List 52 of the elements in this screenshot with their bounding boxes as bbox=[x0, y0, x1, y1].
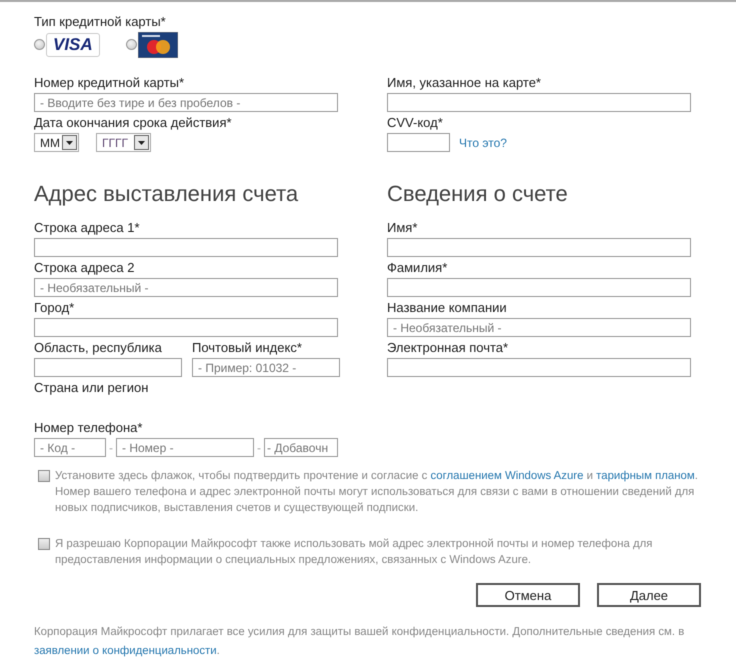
help-link[interactable]: Что это? bbox=[459, 136, 507, 150]
year-select[interactable]: ГГГГ bbox=[96, 133, 151, 152]
address-field[interactable] bbox=[34, 318, 338, 337]
field-label: Строка адреса 2 bbox=[34, 259, 136, 277]
field-label: Электронная почта* bbox=[387, 339, 510, 357]
phone-field[interactable]: - Добавочн bbox=[264, 438, 338, 457]
section-heading: Сведения о счете bbox=[387, 180, 569, 208]
address-field[interactable]: - Необязательный - bbox=[34, 278, 338, 297]
phone-field[interactable]: - Номер - bbox=[116, 438, 254, 457]
card-number-field[interactable]: - Вводите без тире и без пробелов - bbox=[34, 93, 338, 112]
field-label: Номер телефона* bbox=[34, 419, 144, 437]
postal-code-field[interactable]: - Пример: 01032 - bbox=[192, 358, 340, 377]
radio-button[interactable] bbox=[34, 39, 45, 50]
consent-text: Я разрешаю Корпорации Майкрософт также использовать мой адрес электронной почты и номер телефона для предоставления информации о специальных предложениях, связанных с Windows Azure. bbox=[55, 537, 654, 568]
field-label: Название компании bbox=[387, 299, 508, 317]
field-label: Область, республика bbox=[34, 339, 163, 357]
terms-link[interactable]: соглашением Windows Azure bbox=[430, 470, 584, 482]
radio-button[interactable] bbox=[126, 39, 137, 50]
field-label: Город* bbox=[34, 299, 76, 317]
month-select[interactable]: ММ bbox=[34, 133, 79, 152]
field-label: Имя* bbox=[387, 219, 418, 237]
field-label: Почтовый индекс* bbox=[192, 339, 303, 357]
region-field[interactable] bbox=[34, 358, 182, 377]
privacy-link[interactable]: заявлении о конфиденциальности bbox=[34, 645, 217, 657]
separator-dash: - bbox=[256, 440, 262, 454]
field-label: Страна или регион bbox=[34, 379, 150, 397]
separator-dash: - bbox=[108, 440, 114, 454]
card-logo-icon bbox=[138, 32, 178, 58]
field-label: Тип кредитной карты* bbox=[34, 13, 167, 31]
consent-text: Установите здесь флажок, чтобы подтвердить прочтение и согласие с соглашением Windows Azure и тарифным планом. Номер вашего телефона и адрес электронной почты могут использоваться для связи с вами в отношении сведений для новых подписчиков, выставления счетов и существующей подписки. bbox=[55, 469, 699, 516]
card-logo: VISA bbox=[46, 32, 100, 56]
field-label: Дата окончания срока действия* bbox=[34, 114, 233, 132]
name-on-card-field[interactable] bbox=[387, 93, 691, 112]
terms-link[interactable]: тарифным планом bbox=[596, 470, 695, 482]
checkbox[interactable] bbox=[38, 470, 50, 482]
address-field[interactable] bbox=[34, 238, 338, 257]
section-heading: Адрес выставления счета bbox=[34, 180, 300, 208]
field-label: Номер кредитной карты* bbox=[34, 74, 186, 92]
cvv-field[interactable] bbox=[387, 133, 450, 152]
field-label: Строка адреса 1* bbox=[34, 219, 141, 237]
account-field[interactable] bbox=[387, 278, 691, 297]
field-label: Имя, указанное на карте* bbox=[387, 74, 542, 92]
phone-field[interactable]: - Код - bbox=[34, 438, 106, 457]
cancel-button[interactable]: Отмена bbox=[476, 583, 580, 607]
account-field[interactable] bbox=[387, 358, 691, 377]
account-field[interactable] bbox=[387, 238, 691, 257]
account-field[interactable]: - Необязательный - bbox=[387, 318, 691, 337]
privacy-text: Корпорация Майкрософт прилагает все усилия для защиты вашей конфиденциальности. Дополнительные сведения см. в заявлении о конфиденциальности. bbox=[34, 625, 686, 659]
field-label: CVV-код* bbox=[387, 114, 444, 132]
next-button[interactable]: Далее bbox=[597, 583, 701, 607]
checkbox[interactable] bbox=[38, 538, 50, 550]
field-label: Фамилия* bbox=[387, 259, 448, 277]
